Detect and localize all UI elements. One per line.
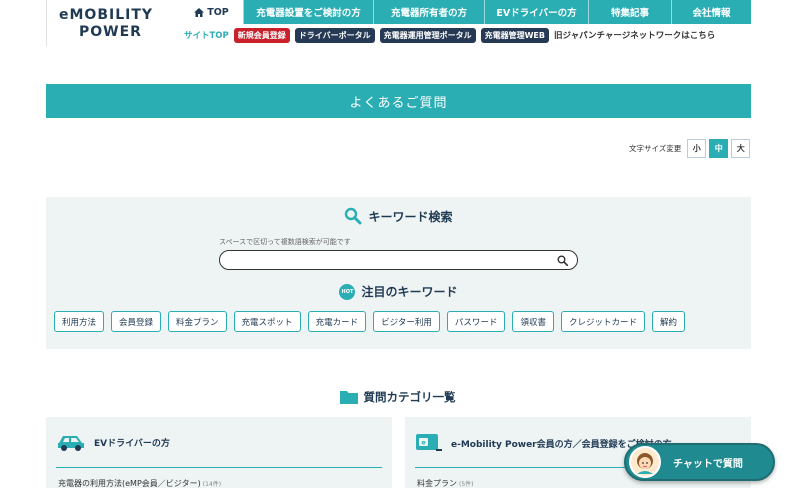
hot-keywords-heading: HOT 注目のキーワード xyxy=(46,283,751,300)
category-item-label: 充電器の利用方法(eMP会員／ビジター) xyxy=(58,479,201,488)
site-logo[interactable]: eMOBILITY POWER xyxy=(46,0,180,46)
search-icon xyxy=(345,207,362,225)
keyword-tag[interactable]: 解約 xyxy=(651,311,685,332)
site-top-link[interactable]: サイトTOP xyxy=(184,29,229,41)
charger-web-button[interactable]: 充電器管理WEB xyxy=(480,27,549,43)
nav-owners-label: 充電器所有者の方 xyxy=(390,8,467,19)
page-title-band: よくあるご質問 xyxy=(46,84,751,118)
keyword-tags: 利用方法 会員登録 料金プラン 充電スポット 充電カード ビジター利用 パスワー… xyxy=(54,311,685,332)
font-size-label: 文字サイズ変更 xyxy=(629,144,682,153)
chat-button[interactable]: チャットで質問 xyxy=(624,443,775,481)
nav-top[interactable]: TOP xyxy=(180,0,243,24)
font-size-medium-button[interactable]: 中 xyxy=(709,139,729,158)
nav-features-label: 特集記事 xyxy=(610,8,649,19)
category-item-count: (14件) xyxy=(202,481,222,488)
keyword-search-title: キーワード検索 xyxy=(368,209,453,224)
nav-company-label: 会社情報 xyxy=(692,8,731,19)
category-item-label: 料金プラン xyxy=(417,479,457,488)
search-hint: スペースで区切って複数語検索が可能です xyxy=(219,238,351,246)
chat-label: チャットで質問 xyxy=(673,458,743,470)
keyword-tag[interactable]: 充電スポット xyxy=(233,311,301,332)
logo-line2: POWER xyxy=(79,24,142,40)
home-icon xyxy=(194,7,205,17)
folder-icon xyxy=(339,391,358,404)
category-list-item[interactable]: 料金プラン (5件) xyxy=(417,478,474,488)
operator-portal-button[interactable]: 充電器運用管理ポータル xyxy=(379,27,476,43)
category-item-count: (5件) xyxy=(459,481,474,488)
register-button[interactable]: 新規会員登録 xyxy=(233,27,290,43)
nav-features[interactable]: 特集記事 xyxy=(588,0,671,24)
font-size-small-button[interactable]: 小 xyxy=(687,139,707,158)
page-title: よくあるご質問 xyxy=(349,95,448,111)
nav-drivers-label: EVドライバーの方 xyxy=(496,8,577,19)
card-title: EVドライバーの方 xyxy=(94,438,170,449)
hot-keywords-title: 注目のキーワード xyxy=(361,285,458,299)
nav-company[interactable]: 会社情報 xyxy=(671,0,751,24)
car-icon xyxy=(58,436,84,451)
sub-navigation: サイトTOP 新規会員登録 ドライバーポータル 充電器運用管理ポータル 充電器管… xyxy=(180,24,751,46)
keyword-tag[interactable]: クレジットカード xyxy=(560,311,645,332)
nav-installation[interactable]: 充電器設置をご検討の方 xyxy=(243,0,373,24)
card-divider xyxy=(56,467,382,468)
keyword-tag[interactable]: 料金プラン xyxy=(168,311,227,332)
search-panel: キーワード検索 スペースで区切って複数語検索が可能です HOT 注目のキーワード… xyxy=(46,197,751,349)
driver-portal-button[interactable]: ドライバーポータル xyxy=(294,27,375,43)
category-list-item[interactable]: 充電器の利用方法(eMP会員／ビジター) (14件) xyxy=(58,478,221,488)
category-card-ev-drivers[interactable]: EVドライバーの方 充電器の利用方法(eMP会員／ビジター) (14件) xyxy=(46,417,392,488)
card-header: EVドライバーの方 xyxy=(56,433,170,451)
search-box xyxy=(219,250,578,272)
keyword-tag[interactable]: 利用方法 xyxy=(54,311,105,332)
keyword-tag[interactable]: 領収書 xyxy=(512,311,554,332)
nav-top-label: TOP xyxy=(207,6,229,18)
keyword-tag[interactable]: ビジター利用 xyxy=(373,311,440,332)
font-size-large-button[interactable]: 大 xyxy=(731,139,751,158)
chat-avatar xyxy=(629,446,661,478)
nav-installation-label: 充電器設置をご検討の方 xyxy=(256,8,361,19)
member-card-icon: e xyxy=(416,434,442,451)
logo-line1: eMOBILITY xyxy=(59,7,154,23)
category-heading: 質問カテゴリ一覧 xyxy=(0,389,795,405)
keyword-search-heading: キーワード検索 xyxy=(46,207,751,225)
keyword-tag[interactable]: パスワード xyxy=(446,311,506,332)
keyword-tag[interactable]: 会員登録 xyxy=(111,311,162,332)
keyword-tag[interactable]: 充電カード xyxy=(307,311,367,332)
category-title: 質問カテゴリ一覧 xyxy=(363,390,456,404)
nav-owners[interactable]: 充電器所有者の方 xyxy=(373,0,484,24)
old-network-link[interactable]: 旧ジャパンチャージネットワークはこちら xyxy=(554,29,715,41)
hot-badge-icon: HOT xyxy=(339,283,356,300)
site-header: eMOBILITY POWER TOP 充電器設置をご検討の方 充電器所有者の方… xyxy=(0,0,795,46)
top-navigation: TOP 充電器設置をご検討の方 充電器所有者の方 EVドライバーの方 特集記事 … xyxy=(180,0,751,24)
font-size-switcher: 文字サイズ変更 小 中 大 xyxy=(629,139,751,158)
search-input[interactable] xyxy=(230,254,550,272)
svg-text:e: e xyxy=(421,440,425,447)
nav-drivers[interactable]: EVドライバーの方 xyxy=(484,0,588,24)
search-submit-icon[interactable] xyxy=(557,255,568,266)
operator-avatar-icon xyxy=(637,453,653,474)
